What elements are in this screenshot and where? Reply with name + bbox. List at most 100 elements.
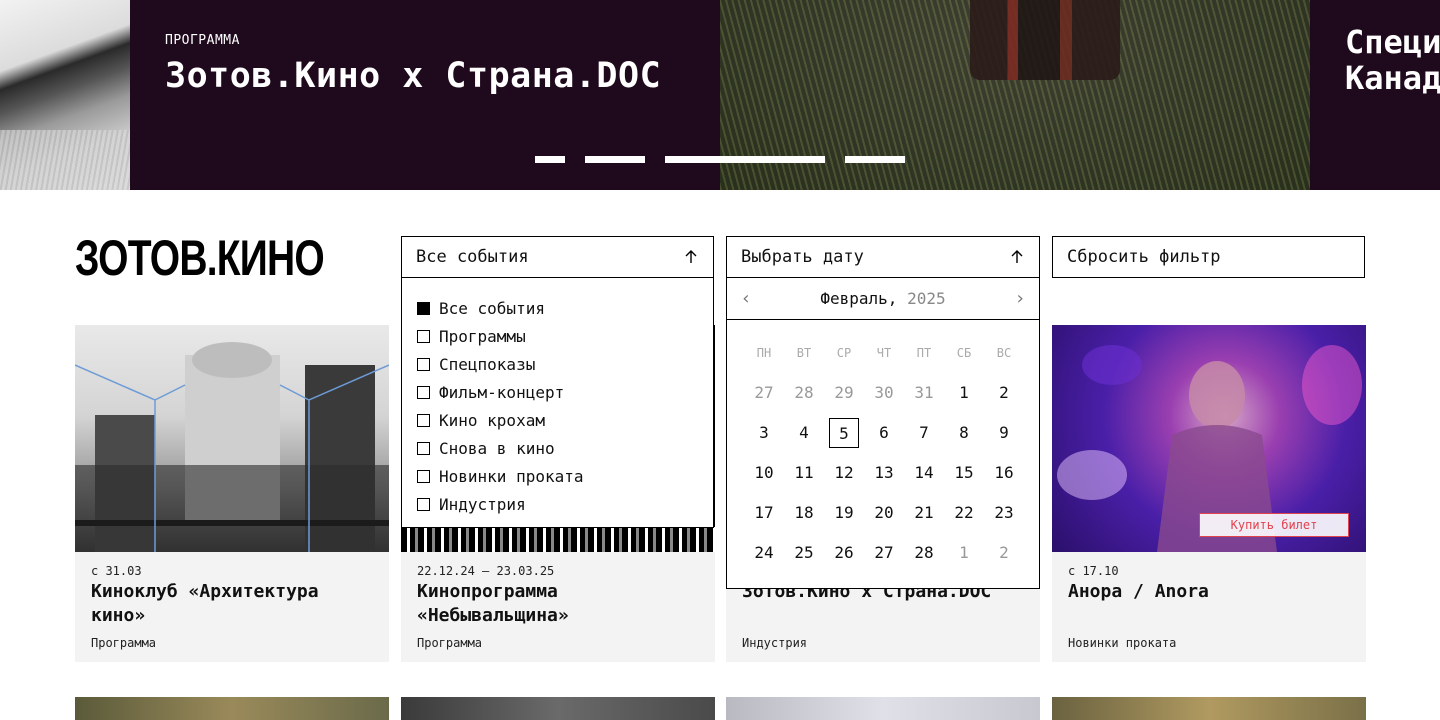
checkbox[interactable] xyxy=(417,385,430,399)
calendar-day[interactable]: 17 xyxy=(749,498,779,528)
checkbox[interactable] xyxy=(417,497,430,511)
carousel-dot-3-active[interactable] xyxy=(665,156,825,163)
calendar-day[interactable]: 20 xyxy=(869,498,899,528)
calendar-day[interactable]: 18 xyxy=(789,498,819,528)
events-option-kids[interactable]: Кино крохам xyxy=(402,406,713,434)
events-filter-label: Все события xyxy=(416,247,529,267)
event-card-category: Программа xyxy=(91,636,157,650)
architecture-illustration xyxy=(75,342,389,552)
buy-ticket-button[interactable]: Купить билет xyxy=(1199,513,1349,537)
event-card-category: Индустрия xyxy=(742,636,808,650)
calendar-weekday: ВТ xyxy=(796,346,812,360)
reset-filter-button[interactable]: Сбросить фильтр xyxy=(1052,236,1365,278)
calendar-day[interactable]: 12 xyxy=(829,458,859,488)
event-card-image: Купить билет xyxy=(1052,325,1366,552)
calendar-day[interactable]: 1 xyxy=(949,378,979,408)
checkbox[interactable] xyxy=(417,357,430,371)
chevron-right-icon[interactable]: › xyxy=(1005,278,1035,320)
calendar-day[interactable]: 28 xyxy=(789,378,819,408)
hero-kicker: ПРОГРАММА xyxy=(165,33,240,48)
event-card[interactable]: Купить билет с 17.10 Анора / Anora Новин… xyxy=(1052,325,1366,662)
calendar-day[interactable]: 2 xyxy=(989,378,1019,408)
events-option-label: Все события xyxy=(439,298,545,318)
event-card-date: с 17.10 xyxy=(1068,564,1119,578)
calendar-day[interactable]: 22 xyxy=(949,498,979,528)
event-card-image-next-row[interactable] xyxy=(75,697,389,720)
hero-next-slide-panel[interactable]: Специ Канад xyxy=(1310,0,1440,190)
date-filter-dropdown[interactable]: Выбрать дату xyxy=(726,236,1040,278)
event-card[interactable]: с 31.03 Киноклуб «Архитектура кино» Прог… xyxy=(75,325,389,662)
calendar-day[interactable]: 2 xyxy=(989,538,1019,568)
hero-prev-slide-image[interactable] xyxy=(0,0,130,190)
calendar-day[interactable]: 28 xyxy=(909,538,939,568)
calendar-day[interactable]: 26 xyxy=(829,538,859,568)
event-card-title[interactable]: Анора / Anora xyxy=(1068,580,1353,604)
event-card-image xyxy=(75,325,389,552)
calendar-day[interactable]: 9 xyxy=(989,418,1019,448)
calendar-day-today[interactable]: 5 xyxy=(829,418,859,448)
calendar-day[interactable]: 14 xyxy=(909,458,939,488)
calendar-day[interactable]: 15 xyxy=(949,458,979,488)
calendar-day[interactable]: 23 xyxy=(989,498,1019,528)
site-logo[interactable]: ЗОТОВ.КИНО xyxy=(75,232,325,284)
event-card-image-next-row[interactable] xyxy=(1052,697,1366,720)
calendar-day[interactable]: 27 xyxy=(749,378,779,408)
event-card-title[interactable]: Киноклуб «Архитектура кино» xyxy=(91,580,376,628)
checkbox[interactable] xyxy=(417,469,430,483)
events-option-all[interactable]: Все события xyxy=(402,294,713,322)
chevron-left-icon[interactable]: ‹ xyxy=(731,278,761,320)
calendar-day[interactable]: 30 xyxy=(869,378,899,408)
calendar-day[interactable]: 19 xyxy=(829,498,859,528)
calendar-day[interactable]: 27 xyxy=(869,538,899,568)
hero-next-title-line1: Специ xyxy=(1345,23,1440,61)
calendar-day[interactable]: 29 xyxy=(829,378,859,408)
hero-title[interactable]: Зотов.Кино x Страна.DOC xyxy=(165,56,661,96)
glitch-pattern xyxy=(401,527,715,552)
hero-photo-figures xyxy=(970,0,1120,80)
events-option-label: Снова в кино xyxy=(439,438,555,458)
calendar-day[interactable]: 8 xyxy=(949,418,979,448)
calendar-day[interactable]: 16 xyxy=(989,458,1019,488)
carousel-dot-4[interactable] xyxy=(845,156,905,163)
calendar-day[interactable]: 1 xyxy=(949,538,979,568)
calendar-day[interactable]: 7 xyxy=(909,418,939,448)
checkbox[interactable] xyxy=(417,413,430,427)
calendar-day[interactable]: 10 xyxy=(749,458,779,488)
carousel-dot-1[interactable] xyxy=(535,156,565,163)
calendar-day[interactable]: 3 xyxy=(749,418,779,448)
calendar-day[interactable]: 24 xyxy=(749,538,779,568)
calendar-day[interactable]: 13 xyxy=(869,458,899,488)
calendar-day[interactable]: 11 xyxy=(789,458,819,488)
events-option-label: Индустрия xyxy=(439,494,526,514)
calendar-weekday: СР xyxy=(836,346,852,360)
calendar-day[interactable]: 4 xyxy=(789,418,819,448)
events-option-industry[interactable]: Индустрия xyxy=(402,490,713,518)
hero-next-title-line2: Канад xyxy=(1345,59,1440,97)
calendar-weekday: СБ xyxy=(956,346,972,360)
events-option-special-screenings[interactable]: Спецпоказы xyxy=(402,350,713,378)
events-option-programs[interactable]: Программы xyxy=(402,322,713,350)
events-option-label: Программы xyxy=(439,326,526,346)
hero-carousel[interactable]: ПРОГРАММА Зотов.Кино x Страна.DOC Специ … xyxy=(0,0,1440,190)
checkbox[interactable] xyxy=(417,329,430,343)
carousel-dot-2[interactable] xyxy=(585,156,645,163)
arrow-up-icon xyxy=(685,250,697,263)
arrow-up-icon xyxy=(1011,250,1023,263)
calendar-day[interactable]: 6 xyxy=(869,418,899,448)
event-card-title[interactable]: Кинопрограмма «Небывальщина» xyxy=(417,580,702,628)
calendar-day[interactable]: 31 xyxy=(909,378,939,408)
events-option-film-concert[interactable]: Фильм-концерт xyxy=(402,378,713,406)
calendar-grid: ПН ВТ СР ЧТ ПТ СБ ВС 27 28 29 30 31 1 2 3 4 5 6 7 8 9 10 11 12 1… xyxy=(744,333,1024,573)
checkbox[interactable] xyxy=(417,301,430,315)
events-option-new-releases[interactable]: Новинки проката xyxy=(402,462,713,490)
events-option-rerelease[interactable]: Снова в кино xyxy=(402,434,713,462)
calendar-month: Февраль, xyxy=(820,289,898,308)
events-filter-dropdown[interactable]: Все события xyxy=(401,236,714,278)
event-card-image-next-row[interactable] xyxy=(401,697,715,720)
events-option-label: Кино крохам xyxy=(439,410,545,430)
event-card-image-next-row[interactable] xyxy=(726,697,1040,720)
checkbox[interactable] xyxy=(417,441,430,455)
calendar-day[interactable]: 21 xyxy=(909,498,939,528)
events-option-label: Спецпоказы xyxy=(439,354,536,374)
calendar-day[interactable]: 25 xyxy=(789,538,819,568)
